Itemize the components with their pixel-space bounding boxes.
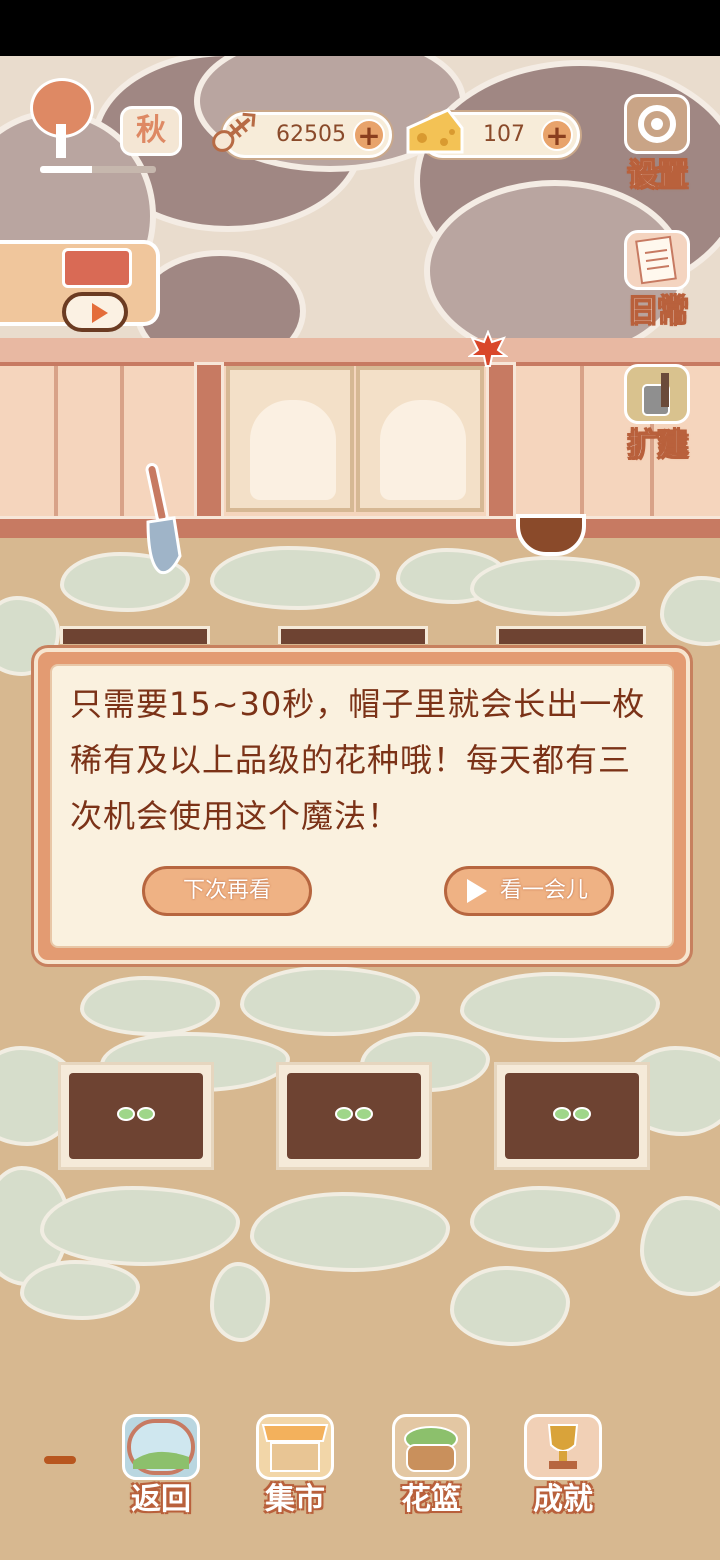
nav-indicator	[44, 1456, 76, 1464]
settings-button[interactable]: 设置	[616, 94, 700, 194]
fence-plank	[120, 366, 124, 518]
flower-basket-icon	[392, 1414, 470, 1480]
tree-trunk	[56, 124, 66, 158]
fishbone-icon	[206, 104, 262, 160]
magic-hat-dialog: 只需要15~30秒，帽子里就会长出一枚稀有及以上品级的花种哦！每天都有三次机会使…	[34, 648, 690, 964]
cat-silhouette	[380, 400, 466, 500]
plot-soil	[287, 1073, 421, 1159]
notepad-icon	[624, 230, 690, 290]
gear-icon	[624, 94, 690, 154]
add-cheese-button[interactable]: +	[541, 119, 573, 151]
plot-soil	[505, 1073, 639, 1159]
achievements-label: 成就	[533, 1482, 593, 1517]
season-label: 秋	[120, 106, 182, 156]
sprout-icon	[553, 1105, 591, 1127]
nav-market[interactable]: 集市	[250, 1414, 340, 1524]
watch-button-label: 看一会儿	[499, 878, 588, 903]
trowel-icon[interactable]	[140, 460, 186, 578]
play-icon	[92, 303, 108, 323]
fence-plank	[54, 366, 58, 518]
window-landscape-icon	[122, 1414, 200, 1480]
watch-video-button[interactable]	[62, 292, 128, 332]
settings-label: 设置	[628, 158, 689, 194]
dialog-message: 只需要15~30秒，帽子里就会长出一枚稀有及以上品级的花种哦！每天都有三次机会使…	[70, 685, 646, 835]
daily-tasks-button[interactable]: 日常	[616, 230, 700, 330]
market-stall-icon	[256, 1414, 334, 1480]
season-progress-bar	[40, 166, 156, 173]
garden-plot[interactable]	[494, 1062, 650, 1170]
watering-can-icon	[62, 248, 132, 288]
garden-gate-left[interactable]	[226, 366, 354, 512]
daily-label: 日常	[628, 294, 689, 330]
dialog-body: 只需要15~30秒，帽子里就会长出一枚稀有及以上品级的花种哦！每天都有三次机会使…	[50, 664, 674, 948]
add-fishbone-button[interactable]: +	[353, 119, 385, 151]
garden-plot[interactable]	[58, 1062, 214, 1170]
nav-achievements[interactable]: 成就	[518, 1414, 608, 1524]
fence-post	[194, 362, 224, 522]
maple-leaf-icon	[467, 329, 509, 368]
nav-back[interactable]: 返回	[116, 1414, 206, 1524]
mouse-silhouette	[250, 400, 336, 500]
expand-label: 扩建	[628, 428, 689, 464]
watch-button[interactable]: 看一会儿	[444, 866, 614, 916]
garden-plot[interactable]	[278, 626, 428, 644]
fence-post	[486, 362, 516, 522]
garden-plot[interactable]	[60, 626, 210, 644]
sprout-icon	[117, 1105, 155, 1127]
garden-plot[interactable]	[496, 626, 646, 644]
paint-bucket-icon	[624, 364, 690, 424]
back-label: 返回	[131, 1482, 191, 1517]
system-status-bar	[0, 0, 720, 56]
basket-label: 花篮	[401, 1482, 461, 1517]
fence-plank	[580, 366, 584, 518]
cheese-count: 107	[483, 122, 525, 147]
later-button[interactable]: 下次再看	[142, 866, 312, 916]
play-icon	[467, 879, 487, 903]
season-badge[interactable]: 秋	[26, 78, 182, 160]
fishbone-count: 62505	[276, 122, 346, 147]
fence-top-rail	[0, 338, 720, 366]
cheese-icon	[404, 106, 466, 158]
sprout-icon	[335, 1105, 373, 1127]
season-progress-fill	[40, 166, 93, 173]
market-label: 集市	[265, 1482, 325, 1517]
fence-base	[0, 516, 720, 538]
garden-gate-right[interactable]	[356, 366, 484, 512]
expand-button[interactable]: 扩建	[616, 364, 700, 464]
garden-plot[interactable]	[276, 1062, 432, 1170]
nav-basket[interactable]: 花篮	[386, 1414, 476, 1524]
plot-soil	[69, 1073, 203, 1159]
trophy-icon	[524, 1414, 602, 1480]
